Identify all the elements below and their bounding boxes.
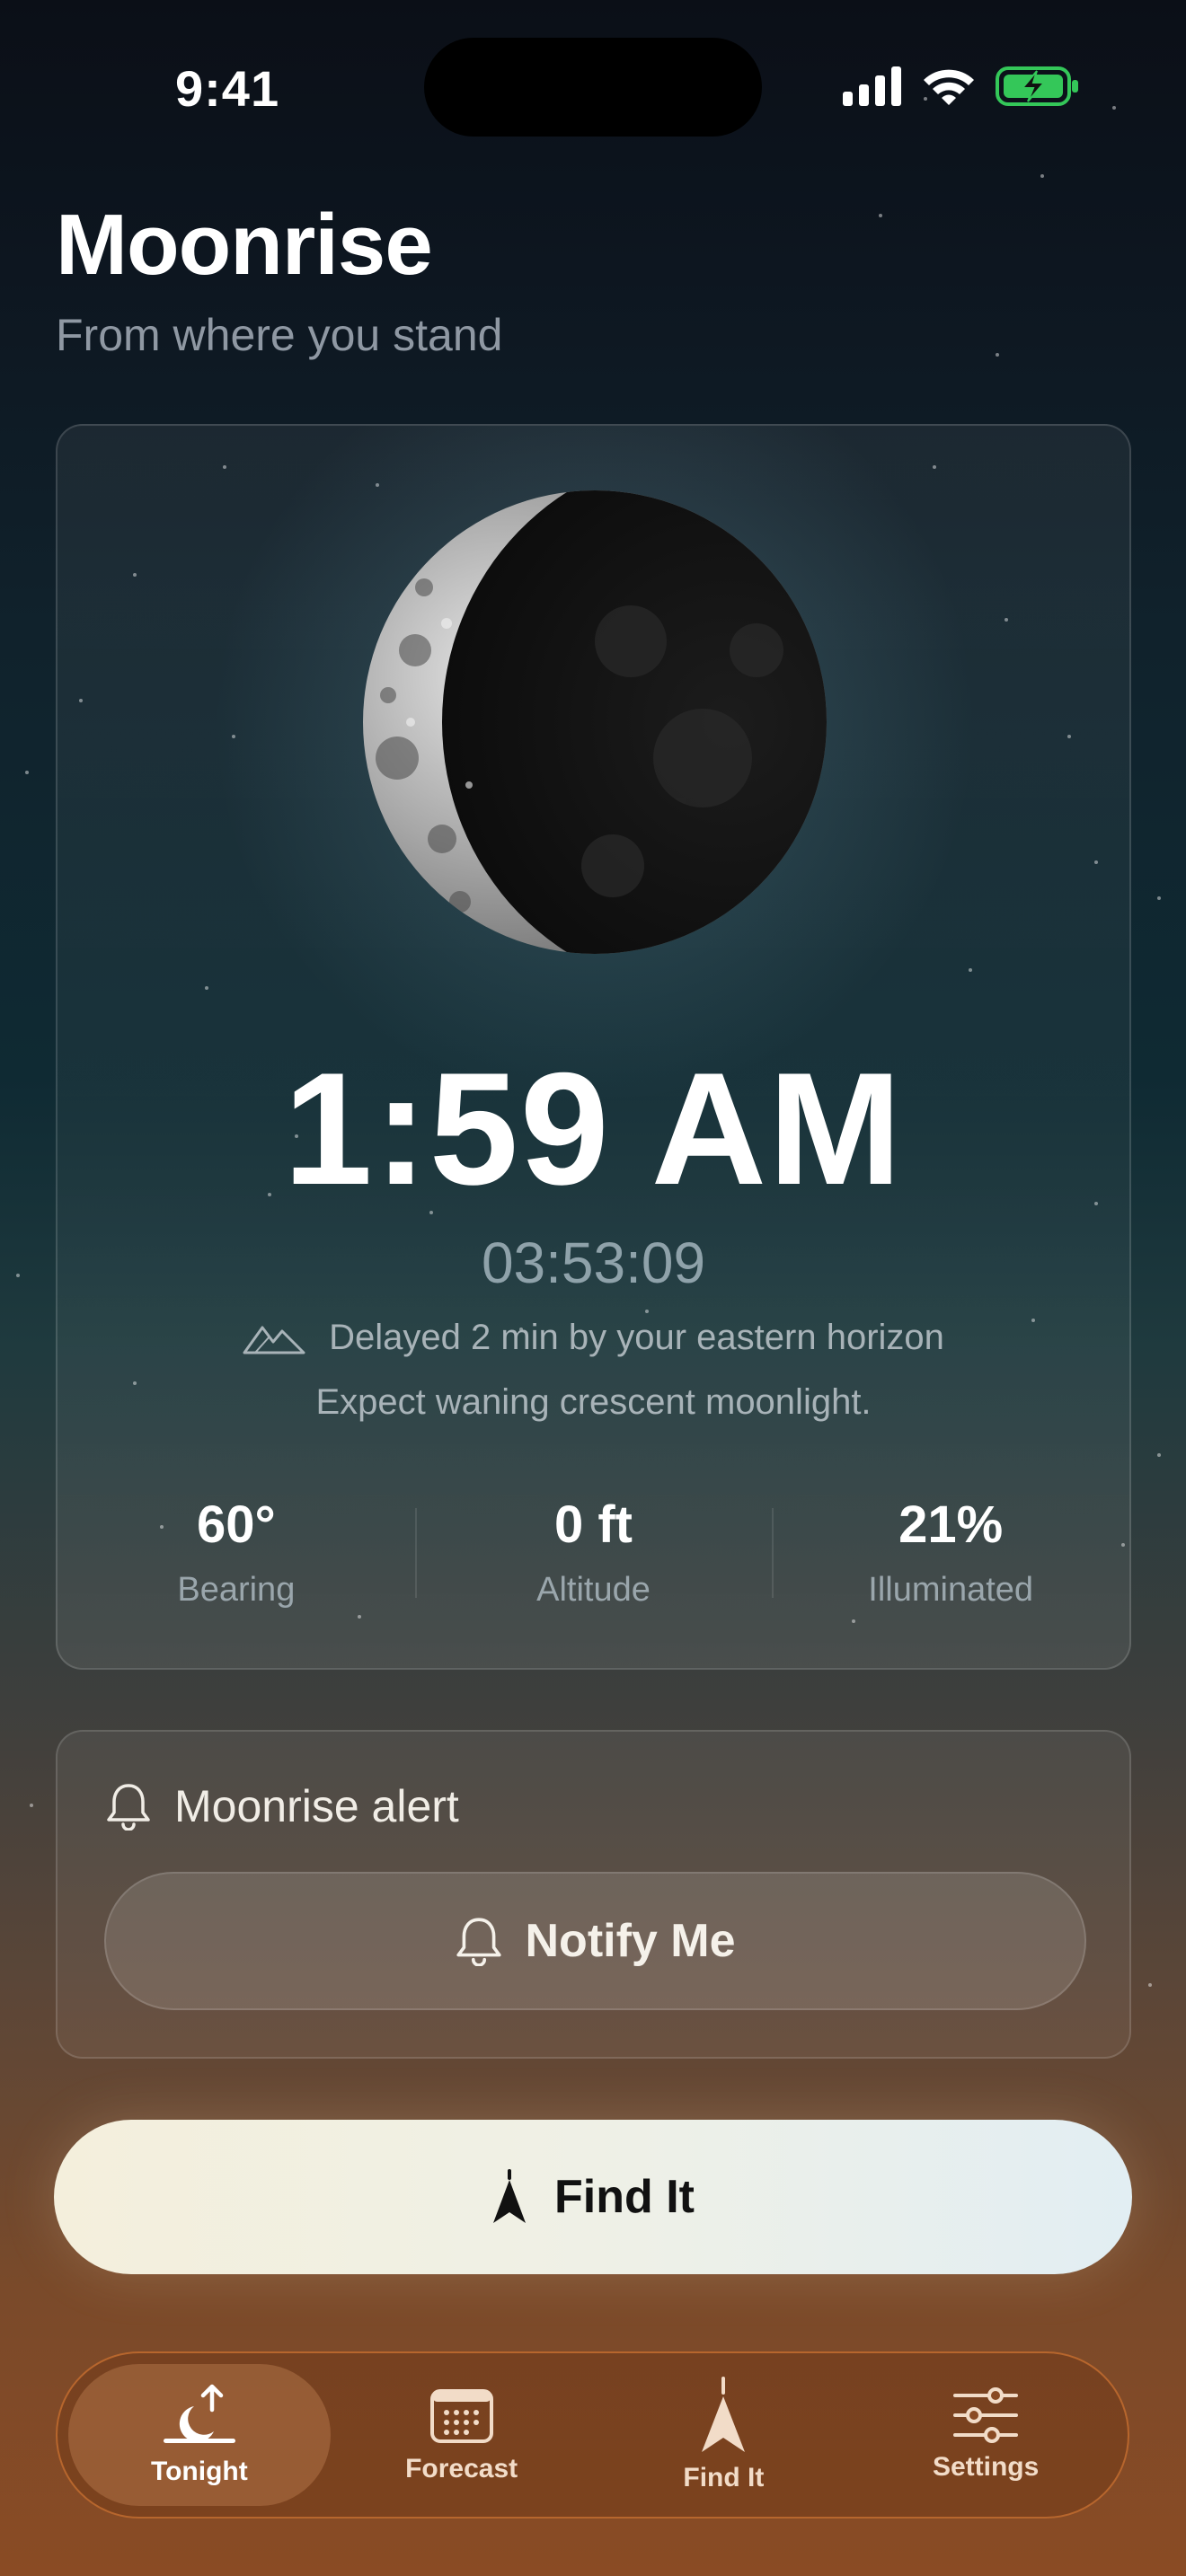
bell-icon xyxy=(107,1784,150,1831)
stat-label: Illuminated xyxy=(868,1571,1034,1609)
stat-illuminated: 21% Illuminated xyxy=(772,1495,1129,1611)
tab-bar: Tonight Forecast Find It Settings xyxy=(56,2351,1129,2519)
calendar-icon xyxy=(429,2389,493,2443)
tab-label: Tonight xyxy=(151,2457,248,2486)
stat-value: 60° xyxy=(196,1495,276,1554)
stat-value: 21% xyxy=(898,1495,1004,1554)
page-title: Moonrise xyxy=(56,197,433,293)
battery-charging-icon xyxy=(996,66,1078,106)
wifi-icon xyxy=(924,69,974,105)
tab-tonight[interactable]: Tonight xyxy=(68,2364,331,2506)
alert-header: Moonrise alert xyxy=(106,1780,459,1832)
tab-label: Forecast xyxy=(405,2454,518,2483)
compass-arrow-icon xyxy=(702,2377,746,2452)
stat-label: Bearing xyxy=(177,1571,296,1609)
stat-altitude: 0 ft Altitude xyxy=(414,1495,773,1611)
find-it-button[interactable]: Find It xyxy=(54,2120,1132,2274)
cellular-signal-icon xyxy=(843,66,901,106)
stat-value: 0 ft xyxy=(554,1495,633,1554)
status-icons xyxy=(843,63,1080,110)
moonrise-card: 1:59 AM 03:53:09 Delayed 2 min by your e… xyxy=(56,424,1131,1670)
moon-image xyxy=(199,426,990,1117)
stat-label: Altitude xyxy=(536,1571,651,1609)
compass-arrow-icon xyxy=(493,2169,527,2223)
sliders-icon xyxy=(953,2387,1019,2443)
page-subtitle: From where you stand xyxy=(56,310,503,360)
tab-settings[interactable]: Settings xyxy=(854,2364,1117,2506)
tab-label: Find It xyxy=(683,2463,765,2492)
bell-icon xyxy=(456,1918,501,1966)
alert-title: Moonrise alert xyxy=(174,1781,459,1831)
dynamic-island xyxy=(424,38,762,137)
moonlight-expectation: Expect waning crescent moonlight. xyxy=(315,1382,872,1422)
status-time: 9:41 xyxy=(175,60,280,117)
tab-find-it[interactable]: Find It xyxy=(593,2364,855,2506)
moon-stats: 60° Bearing 0 ft Altitude 21% Illuminate… xyxy=(58,1495,1129,1611)
tab-label: Settings xyxy=(932,2452,1040,2482)
find-it-label: Find It xyxy=(554,2171,695,2223)
notify-me-button[interactable]: Notify Me xyxy=(104,1872,1086,2010)
horizon-delay-note: Delayed 2 min by your eastern horizon xyxy=(58,1318,1129,1358)
tab-forecast[interactable]: Forecast xyxy=(331,2364,593,2506)
mountains-icon xyxy=(243,1326,305,1354)
moonrise-time: 1:59 AM xyxy=(283,1039,904,1218)
moonrise-alert-card: Moonrise alert Notify Me xyxy=(56,1730,1131,2059)
notify-me-label: Notify Me xyxy=(525,1915,736,1967)
stat-bearing: 60° Bearing xyxy=(58,1495,415,1611)
waning-crescent-moon-icon xyxy=(363,490,827,954)
delay-text: Delayed 2 min by your eastern horizon xyxy=(329,1318,944,1357)
moonrise-icon xyxy=(163,2384,235,2443)
countdown-timer: 03:53:09 xyxy=(481,1231,706,1295)
